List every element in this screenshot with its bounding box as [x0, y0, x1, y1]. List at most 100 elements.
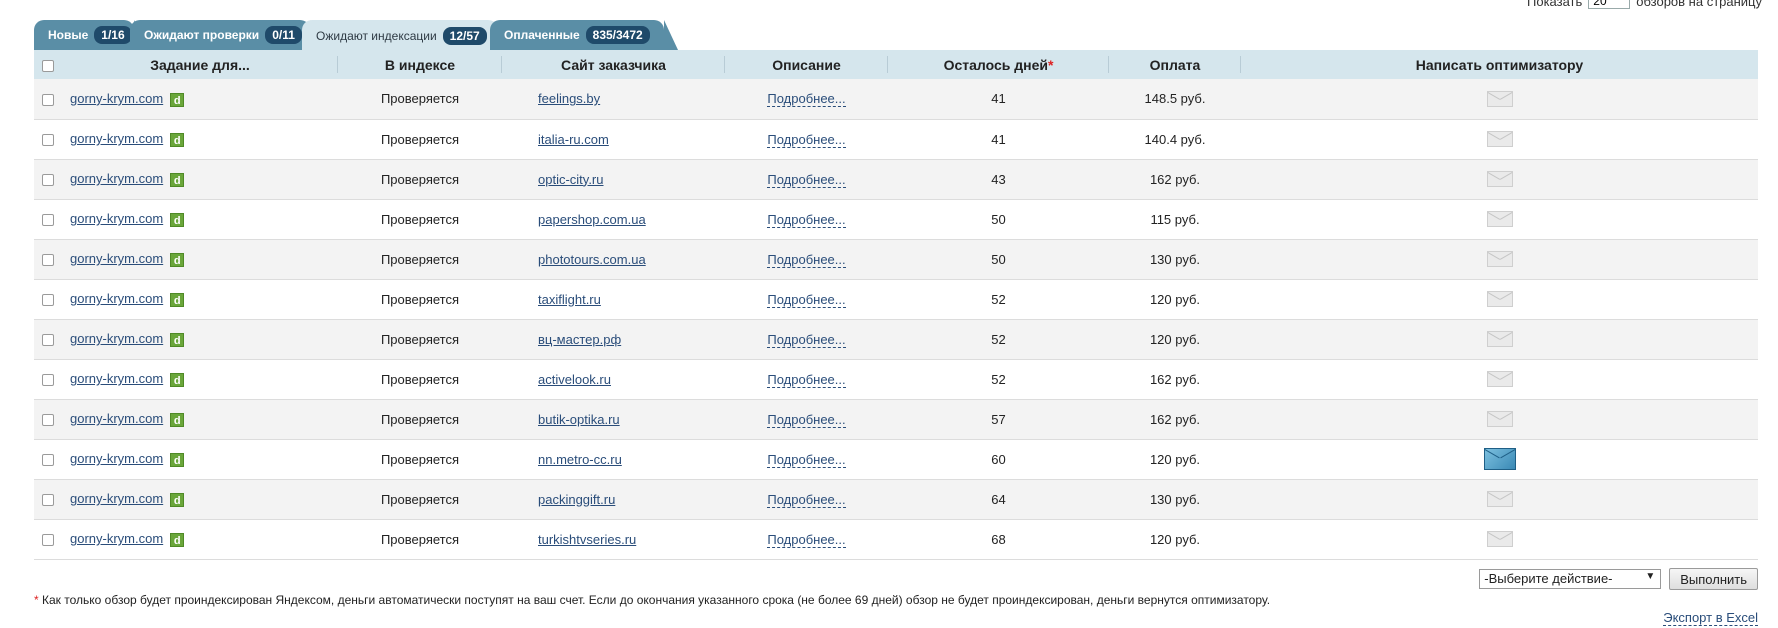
envelope-icon[interactable] [1486, 531, 1513, 548]
row-checkbox[interactable] [42, 454, 54, 467]
envelope-icon[interactable] [1486, 251, 1513, 268]
envelope-icon[interactable] [1486, 211, 1513, 228]
d-badge-icon[interactable]: d [170, 452, 185, 467]
envelope-icon[interactable] [1486, 131, 1513, 148]
customer-site-link[interactable]: papershop.com.ua [538, 212, 646, 227]
header-index[interactable]: В индексе [338, 50, 502, 79]
export-excel-link[interactable]: Экспорт в Excel [1663, 610, 1758, 626]
row-checkbox[interactable] [42, 294, 54, 307]
task-link[interactable]: gorny-krym.com [70, 451, 163, 466]
details-link[interactable]: Подробнее... [767, 251, 846, 268]
details-link[interactable]: Подробнее... [767, 411, 846, 428]
details-link[interactable]: Подробнее... [767, 91, 846, 108]
row-checkbox[interactable] [42, 334, 54, 347]
envelope-icon[interactable] [1486, 91, 1513, 108]
customer-site-link[interactable]: activelook.ru [538, 372, 611, 387]
details-link[interactable]: Подробнее... [767, 171, 846, 188]
customer-site-cell: italia-ru.com [502, 119, 725, 160]
action-select[interactable]: -Выберите действие- ▼ [1479, 569, 1662, 589]
task-link[interactable]: gorny-krym.com [70, 331, 163, 346]
header-site[interactable]: Сайт заказчика [502, 50, 725, 79]
task-link[interactable]: gorny-krym.com [70, 371, 163, 386]
d-badge-icon[interactable]: d [170, 332, 185, 347]
write-optimizer-cell [1241, 279, 1758, 320]
index-status: Проверяется [338, 439, 502, 480]
d-badge-icon[interactable]: d [170, 412, 185, 427]
tab-awaiting-review[interactable]: Ожидают проверки 0/11 [130, 20, 324, 50]
d-badge-icon[interactable]: d [170, 532, 185, 547]
task-link[interactable]: gorny-krym.com [70, 291, 163, 306]
envelope-icon[interactable] [1486, 331, 1513, 348]
d-badge-icon[interactable]: d [170, 252, 185, 267]
table-row: gorny-krym.com d Проверяется nn.metro-cc.ru… [34, 439, 1758, 480]
details-link[interactable]: Подробнее... [767, 291, 846, 308]
d-badge-icon[interactable]: d [170, 132, 185, 147]
envelope-icon[interactable] [1486, 491, 1513, 508]
task-cell: gorny-krym.com d [62, 159, 338, 200]
d-badge-icon[interactable]: d [170, 172, 185, 187]
write-optimizer-cell [1241, 199, 1758, 240]
row-checkbox[interactable] [42, 414, 54, 427]
customer-site-link[interactable]: feelings.by [538, 91, 600, 106]
index-status: Проверяется [338, 319, 502, 360]
customer-site-link[interactable]: taxiflight.ru [538, 292, 601, 307]
d-badge-icon[interactable]: d [170, 372, 185, 387]
d-badge-icon[interactable]: d [170, 92, 185, 107]
header-payment[interactable]: Оплата [1109, 50, 1241, 79]
customer-site-link[interactable]: turkishtvseries.ru [538, 532, 636, 547]
d-badge-icon[interactable]: d [170, 292, 185, 307]
d-badge-icon[interactable]: d [170, 212, 185, 227]
row-checkbox[interactable] [42, 534, 54, 547]
tab-new[interactable]: Новые 1/16 [34, 20, 148, 50]
run-action-button[interactable]: Выполнить [1669, 568, 1758, 590]
tab-paid[interactable]: Оплаченные 835/3472 [490, 20, 678, 50]
new-messages-envelope-icon[interactable] [1483, 448, 1516, 470]
row-checkbox[interactable] [42, 254, 54, 267]
customer-site-link[interactable]: butik-optika.ru [538, 412, 620, 427]
payment-amount: 130 руб. [1109, 239, 1241, 280]
customer-site-link[interactable]: phototours.com.ua [538, 252, 646, 267]
customer-site-link[interactable]: nn.metro-cc.ru [538, 452, 622, 467]
task-link[interactable]: gorny-krym.com [70, 211, 163, 226]
envelope-icon[interactable] [1486, 171, 1513, 188]
tab-awaiting-indexing[interactable]: Ожидают индексации 12/57 [302, 20, 512, 51]
row-checkbox[interactable] [42, 174, 54, 187]
customer-site-link[interactable]: italia-ru.com [538, 132, 609, 147]
days-left: 68 [888, 519, 1109, 560]
row-select [34, 239, 62, 280]
customer-site-link[interactable]: packinggift.ru [538, 492, 615, 507]
row-checkbox[interactable] [42, 374, 54, 387]
task-link[interactable]: gorny-krym.com [70, 131, 163, 146]
days-left: 52 [888, 279, 1109, 320]
select-all-checkbox[interactable] [42, 59, 54, 72]
payment-amount: 120 руб. [1109, 439, 1241, 480]
envelope-icon[interactable] [1486, 291, 1513, 308]
details-link[interactable]: Подробнее... [767, 451, 846, 468]
envelope-icon[interactable] [1486, 371, 1513, 388]
details-link[interactable]: Подробнее... [767, 331, 846, 348]
task-link[interactable]: gorny-krym.com [70, 91, 163, 106]
d-badge-icon[interactable]: d [170, 492, 185, 507]
details-link[interactable]: Подробнее... [767, 491, 846, 508]
per-page-control: Показать обзоров на страницу [1527, 0, 1762, 9]
row-checkbox[interactable] [42, 93, 54, 106]
details-link[interactable]: Подробнее... [767, 211, 846, 228]
task-link[interactable]: gorny-krym.com [70, 411, 163, 426]
envelope-icon[interactable] [1486, 411, 1513, 428]
task-link[interactable]: gorny-krym.com [70, 251, 163, 266]
details-link[interactable]: Подробнее... [767, 131, 846, 148]
row-checkbox[interactable] [42, 494, 54, 507]
description-cell: Подробнее... [725, 479, 888, 520]
row-checkbox[interactable] [42, 134, 54, 147]
details-link[interactable]: Подробнее... [767, 531, 846, 548]
task-link[interactable]: gorny-krym.com [70, 491, 163, 506]
per-page-input[interactable] [1588, 0, 1631, 9]
details-link[interactable]: Подробнее... [767, 371, 846, 388]
customer-site-link[interactable]: optic-city.ru [538, 172, 604, 187]
row-checkbox[interactable] [42, 214, 54, 227]
task-link[interactable]: gorny-krym.com [70, 171, 163, 186]
header-task[interactable]: Задание для... [62, 50, 338, 79]
header-days-left[interactable]: Осталось дней* [888, 50, 1109, 79]
customer-site-link[interactable]: вц-мастер.рф [538, 332, 621, 347]
task-link[interactable]: gorny-krym.com [70, 531, 163, 546]
